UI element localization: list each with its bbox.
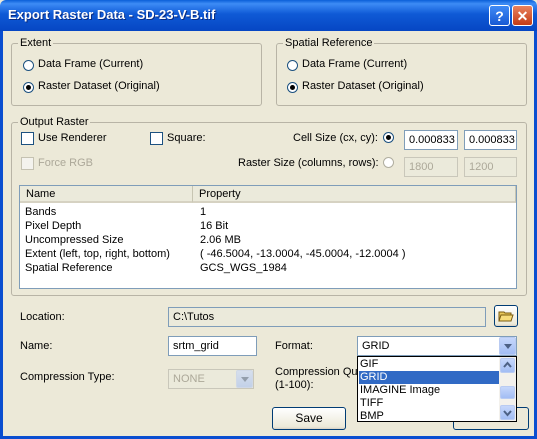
location-input[interactable]: C:\Tutos [168,307,486,327]
output-raster-legend: Output Raster [18,116,91,128]
sr-raster-dataset-radio[interactable] [287,82,298,93]
format-dropdown-arrow-icon[interactable] [499,337,516,355]
table-row-property: 1 [200,206,207,218]
use-renderer-checkbox[interactable] [21,132,34,145]
column-header-name[interactable]: Name [20,186,193,203]
name-label: Name: [20,340,53,352]
table-row-property: ( -46.5004, -13.0004, -45.0004, -12.0004… [200,248,406,260]
spatial-reference-legend: Spatial Reference [283,37,375,49]
scroll-thumb[interactable] [500,386,515,399]
format-option[interactable]: IMAGINE Image [359,384,500,397]
name-input[interactable]: srtm_grid [168,336,257,356]
window-title: Export Raster Data - SD-23-V-B.tif [8,7,216,22]
compression-quality-range: (1-100): [275,379,314,391]
format-option[interactable]: GIF [359,358,500,371]
compression-quality-label: Compression Qua [275,366,364,378]
title-bar[interactable]: Export Raster Data - SD-23-V-B.tif ? ✕ [0,0,537,31]
table-row-name: Uncompressed Size [25,234,124,246]
sr-raster-dataset-label[interactable]: Raster Dataset (Original) [302,80,424,92]
raster-columns-input[interactable]: 1800 [404,157,458,177]
extent-legend: Extent [18,37,54,49]
scroll-down-icon[interactable] [500,405,515,420]
force-rgb-label: Force RGB [38,157,94,169]
column-header-property[interactable]: Property [193,186,516,203]
square-checkbox[interactable] [150,132,163,145]
table-row-name: Extent (left, top, right, bottom) [25,248,170,260]
cell-size-cx-input[interactable]: 0.000833 [404,130,458,150]
open-folder-icon [498,311,514,322]
extent-group: Extent [11,37,262,106]
browse-folder-button[interactable] [494,305,518,327]
cell-size-radio[interactable] [383,132,394,143]
format-option[interactable]: BMP [359,410,500,421]
close-button[interactable]: ✕ [512,5,533,26]
table-row-property: GCS_WGS_1984 [200,262,287,274]
raster-size-label: Raster Size (columns, rows): [238,157,379,169]
compression-dropdown-arrow-icon[interactable] [236,370,253,388]
format-option-selected[interactable]: GRID [359,371,500,384]
table-row-name: Pixel Depth [25,220,82,232]
extent-data-frame-radio[interactable] [23,60,34,71]
sr-data-frame-radio[interactable] [287,60,298,71]
raster-properties-table: Name Property Bands 1 Pixel Depth 16 Bit… [19,185,517,289]
format-label: Format: [275,340,313,352]
extent-data-frame-label[interactable]: Data Frame (Current) [38,58,143,70]
dropdown-scrollbar[interactable] [499,357,516,421]
spatial-reference-group: Spatial Reference [276,37,527,106]
compression-type-label: Compression Type: [20,371,115,383]
save-button[interactable]: Save [272,407,346,430]
cell-size-label: Cell Size (cx, cy): [293,132,378,144]
close-icon: ✕ [516,8,529,24]
table-row-name: Spatial Reference [25,262,113,274]
table-row-property: 2.06 MB [200,234,241,246]
sr-data-frame-label[interactable]: Data Frame (Current) [302,58,407,70]
help-button[interactable]: ? [489,5,510,26]
square-label[interactable]: Square: [167,132,206,144]
location-label: Location: [20,311,65,323]
cell-size-cy-input[interactable]: 0.000833 [464,130,517,150]
help-icon: ? [495,8,504,24]
table-row-name: Bands [25,206,57,218]
format-option[interactable]: TIFF [359,397,500,410]
extent-raster-dataset-label[interactable]: Raster Dataset (Original) [38,80,160,92]
raster-size-radio[interactable] [383,157,394,168]
scroll-up-icon[interactable] [500,358,515,373]
format-select-value: GRID [362,340,390,352]
force-rgb-checkbox[interactable] [21,157,34,170]
format-dropdown-list[interactable]: GIF GRID IMAGINE Image TIFF BMP [357,356,517,422]
compression-type-value: NONE [173,373,205,385]
use-renderer-label[interactable]: Use Renderer [38,132,106,144]
table-row-property: 16 Bit [200,220,229,232]
format-select[interactable]: GRID [357,336,517,356]
extent-raster-dataset-radio[interactable] [23,82,34,93]
raster-rows-input[interactable]: 1200 [464,157,517,177]
